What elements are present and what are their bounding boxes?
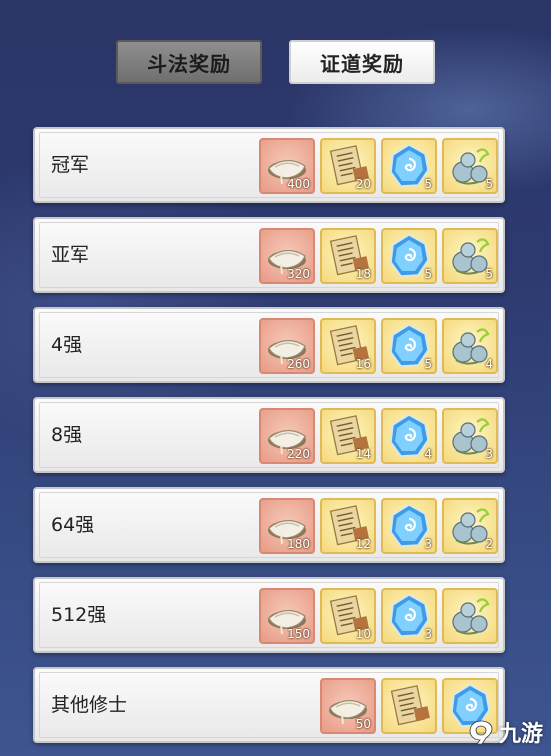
reward-item[interactable]: 50	[320, 678, 376, 734]
item-quantity: 3	[424, 627, 432, 641]
reward-item[interactable]: 3	[442, 408, 498, 464]
rank-label: 8强	[51, 424, 83, 446]
reward-item[interactable]: 5	[381, 228, 437, 284]
item-quantity: 5	[485, 267, 493, 281]
item-quantity: 20	[355, 177, 371, 191]
item-quantity: 150	[287, 627, 310, 641]
watermark: 九游	[467, 714, 545, 750]
item-quantity: 4	[485, 357, 493, 371]
rank-label: 冠军	[51, 154, 90, 176]
9game-logo-icon	[469, 720, 493, 745]
reward-item[interactable]: 4	[442, 318, 498, 374]
reward-item[interactable]: 12	[320, 498, 376, 554]
reward-item[interactable]	[442, 588, 498, 644]
reward-item[interactable]: 220	[259, 408, 315, 464]
item-quantity: 5	[485, 177, 493, 191]
watermark-text: 九游	[499, 722, 544, 747]
reward-row: 其他修士 50	[33, 667, 505, 743]
item-quantity: 10	[355, 627, 371, 641]
item-quantity: 5	[424, 267, 432, 281]
tab-combat-rewards[interactable]: 斗法奖励	[116, 40, 262, 84]
item-quantity: 400	[287, 177, 310, 191]
reward-item[interactable]: 400	[259, 138, 315, 194]
tab-dao-rewards[interactable]: 证道奖励	[289, 40, 435, 84]
reward-item[interactable]: 320	[259, 228, 315, 284]
item-quantity: 18	[355, 267, 371, 281]
item-quantity: 180	[287, 537, 310, 551]
reward-item[interactable]: 16	[320, 318, 376, 374]
item-quantity: 320	[287, 267, 310, 281]
reward-item[interactable]: 14	[320, 408, 376, 464]
reward-item[interactable]: 150	[259, 588, 315, 644]
reward-item[interactable]: 2	[442, 498, 498, 554]
item-quantity: 12	[355, 537, 371, 551]
item-quantity: 3	[424, 537, 432, 551]
reward-row: 4强 260 16 5 4	[33, 307, 505, 383]
reward-item[interactable]: 10	[320, 588, 376, 644]
item-quantity: 220	[287, 447, 310, 461]
reward-item[interactable]	[381, 678, 437, 734]
item-quantity: 14	[355, 447, 371, 461]
item-quantity: 4	[424, 447, 432, 461]
reward-item[interactable]: 260	[259, 318, 315, 374]
reward-item[interactable]: 5	[442, 138, 498, 194]
reward-item[interactable]: 5	[381, 318, 437, 374]
reward-item[interactable]: 3	[381, 588, 437, 644]
rank-label: 64强	[51, 514, 95, 536]
reward-item[interactable]: 18	[320, 228, 376, 284]
reward-item[interactable]: 20	[320, 138, 376, 194]
reward-tabs: 斗法奖励 证道奖励	[0, 40, 551, 86]
reward-row: 512强 150 10 3	[33, 577, 505, 653]
reward-row: 8强 220 14 4 3	[33, 397, 505, 473]
reward-row: 亚军 320 18 5 5	[33, 217, 505, 293]
reward-item[interactable]: 5	[442, 228, 498, 284]
item-quantity: 260	[287, 357, 310, 371]
rank-label: 其他修士	[51, 694, 128, 716]
reward-row: 64强 180 12 3 2	[33, 487, 505, 563]
rank-label: 4强	[51, 334, 83, 356]
item-quantity: 5	[424, 357, 432, 371]
reward-item[interactable]: 180	[259, 498, 315, 554]
item-quantity: 2	[485, 537, 493, 551]
reward-item[interactable]: 5	[381, 138, 437, 194]
rank-label: 亚军	[51, 244, 90, 266]
reward-item[interactable]: 3	[381, 498, 437, 554]
item-quantity: 3	[485, 447, 493, 461]
reward-item[interactable]: 4	[381, 408, 437, 464]
reward-row: 冠军 400 20 5 5	[33, 127, 505, 203]
item-quantity: 5	[424, 177, 432, 191]
rank-label: 512强	[51, 604, 107, 626]
item-quantity: 50	[355, 717, 371, 731]
item-quantity: 16	[355, 357, 371, 371]
